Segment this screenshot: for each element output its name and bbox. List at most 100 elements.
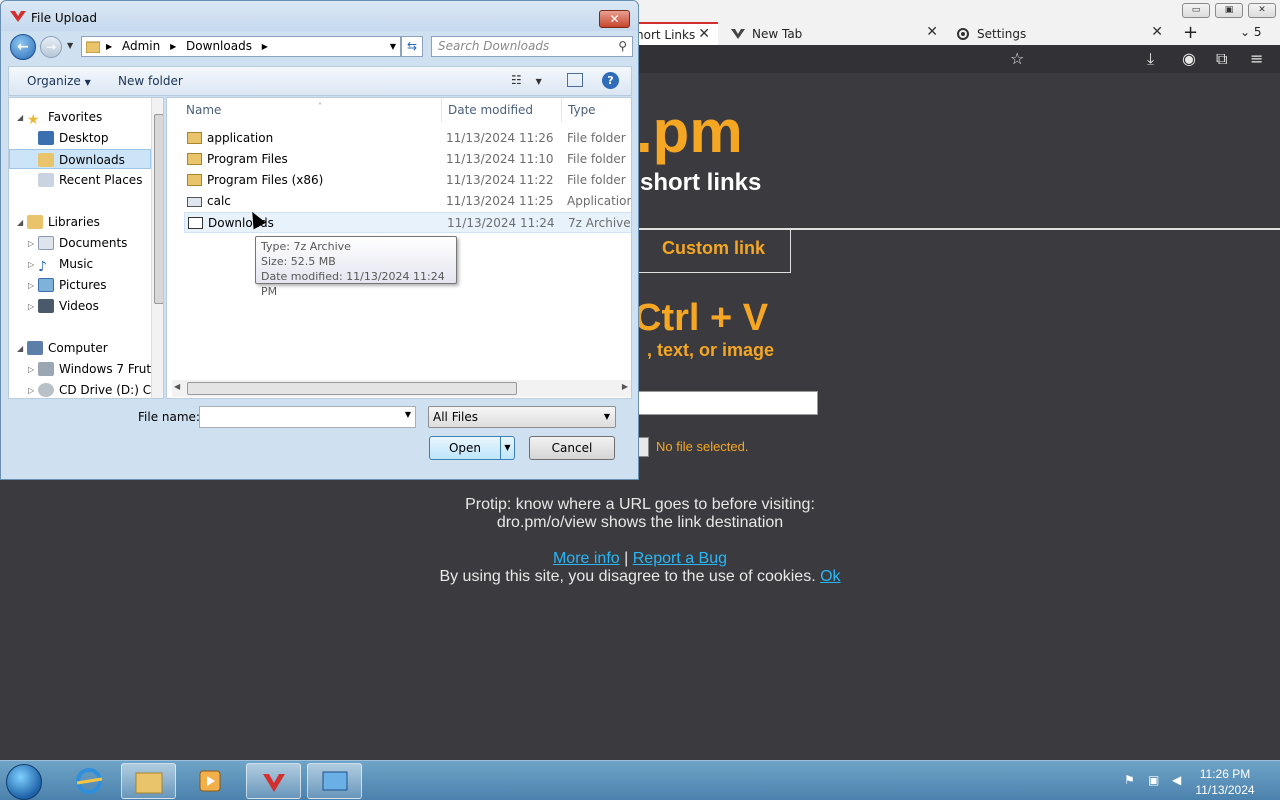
maximize-button[interactable]: ▣	[1215, 3, 1243, 18]
file-name-input[interactable]: ▼	[199, 406, 416, 428]
chevron-down-icon: ▼	[84, 78, 91, 87]
expand-icon[interactable]: ▷	[28, 255, 38, 275]
nav-scrollbar-thumb[interactable]	[154, 114, 163, 304]
change-view-button[interactable]: ☷ ▼	[511, 73, 542, 87]
cancel-button[interactable]: Cancel	[529, 436, 615, 460]
cookie-ok-link[interactable]: Ok	[820, 568, 840, 585]
search-placeholder: Search Downloads	[438, 39, 550, 53]
organize-button[interactable]: Organize ▼	[27, 74, 91, 88]
expand-icon[interactable]: ▷	[28, 234, 38, 254]
action-center-icon[interactable]: ⚑	[1124, 773, 1140, 789]
chevron-down-icon: ⌄	[1240, 25, 1254, 39]
file-row[interactable]: application 11/13/2024 11:26 ... File fo…	[184, 128, 631, 149]
column-type[interactable]: Type	[562, 98, 631, 122]
extensions-icon[interactable]: ⧉	[1216, 49, 1227, 69]
file-row[interactable]: calc 11/13/2024 11:25 ... Application	[184, 191, 631, 212]
dialog-titlebar[interactable]: File Upload ✕	[1, 1, 638, 31]
nav-pictures[interactable]: ▷ Pictures	[9, 275, 151, 295]
breadcrumb-downloads[interactable]: Downloads	[186, 39, 252, 53]
nav-recent-places[interactable]: Recent Places	[9, 170, 151, 190]
nav-music[interactable]: ▷ ♪ Music	[9, 254, 151, 275]
open-button[interactable]: Open ▼	[429, 436, 515, 460]
open-dropdown-arrow[interactable]: ▼	[500, 437, 514, 459]
new-tab-button[interactable]: +	[1183, 22, 1198, 43]
chevron-down-icon[interactable]: ▼	[390, 37, 396, 56]
tab-close-icon[interactable]: ✕	[698, 26, 710, 42]
file-row[interactable]: Program Files 11/13/2024 11:10 ... File …	[184, 149, 631, 170]
tab-close-icon[interactable]: ✕	[1151, 24, 1163, 40]
file-date: 11/13/2024 11:24 ...	[447, 216, 557, 230]
nav-documents[interactable]: ▷ Documents	[9, 233, 151, 253]
taskbar-explorer[interactable]	[121, 763, 176, 799]
minimize-button[interactable]: ▭	[1182, 3, 1210, 18]
scroll-right-icon[interactable]: ▶	[622, 382, 628, 391]
nav-videos[interactable]: ▷ Videos	[9, 296, 151, 316]
preview-pane-button[interactable]	[567, 73, 583, 87]
desktop-icon	[38, 131, 54, 145]
taskbar-control-panel[interactable]	[307, 763, 362, 799]
nav-desktop[interactable]: Desktop	[9, 128, 151, 148]
help-icon[interactable]: ?	[602, 72, 619, 89]
search-input[interactable]: Search Downloads ⚲	[431, 36, 633, 57]
tab-short-links[interactable]: hort Links ✕	[636, 22, 718, 45]
taskbar-vivaldi[interactable]	[246, 763, 301, 799]
clock-date: 11/13/2024	[1195, 783, 1255, 797]
account-icon[interactable]: ◉	[1182, 49, 1196, 68]
file-name-label: File name:	[138, 410, 200, 424]
expand-icon[interactable]: ▷	[28, 276, 38, 296]
nav-libraries[interactable]: ◢ Libraries	[9, 212, 151, 232]
volume-icon[interactable]: ◀	[1172, 773, 1188, 789]
breadcrumb-admin[interactable]: Admin	[122, 39, 160, 53]
column-date-modified[interactable]: Date modified	[442, 98, 562, 122]
more-info-link[interactable]: More info	[553, 550, 620, 567]
url-input[interactable]	[636, 391, 818, 415]
file-type: File folder	[567, 152, 626, 166]
tooltip-size: Size: 52.5 MB	[261, 255, 336, 268]
file-date: 11/13/2024 11:26 ...	[446, 131, 556, 145]
bookmark-star-icon[interactable]: ☆	[1010, 49, 1024, 68]
tab-count[interactable]: ⌄ 5	[1240, 25, 1262, 39]
internet-explorer-icon	[76, 768, 103, 794]
nav-favorites[interactable]: ◢ ★ Favorites	[9, 107, 151, 128]
nav-cd-drive[interactable]: ▷ CD Drive (D:) CDI	[9, 380, 163, 398]
tab-close-icon[interactable]: ✕	[926, 24, 938, 40]
file-row[interactable]: Program Files (x86) 11/13/2024 11:22 ...…	[184, 170, 631, 191]
address-bar[interactable]: ▶ Admin ▶ Downloads ▶ ▼	[81, 36, 401, 57]
start-button[interactable]	[6, 764, 42, 800]
file-type-select[interactable]: All Files ▼	[428, 406, 616, 428]
expand-icon[interactable]: ▷	[28, 381, 38, 398]
custom-link-tab[interactable]: Custom link	[636, 228, 791, 273]
column-name[interactable]: Name ˄	[180, 98, 442, 122]
taskbar-ie[interactable]	[62, 763, 117, 799]
nav-windows7-drive[interactable]: ▷ Windows 7 Frutig	[9, 359, 162, 380]
back-button[interactable]: ←	[10, 34, 36, 60]
expand-icon[interactable]: ◢	[17, 339, 27, 359]
new-folder-button[interactable]: New folder	[118, 74, 183, 88]
tab-new-tab[interactable]: New Tab ✕	[730, 22, 938, 45]
network-icon[interactable]: ▣	[1148, 773, 1164, 789]
horizontal-scrollbar[interactable]: ◀ ▶	[172, 380, 631, 397]
dialog-close-button[interactable]: ✕	[599, 10, 630, 28]
forward-button[interactable]: →	[40, 36, 62, 58]
nav-downloads[interactable]: Downloads	[9, 149, 151, 169]
window-close-button[interactable]: ✕	[1248, 3, 1276, 18]
report-bug-link[interactable]: Report a Bug	[633, 550, 727, 567]
downloads-folder-icon	[38, 153, 54, 167]
expand-icon[interactable]: ▷	[28, 360, 38, 380]
expand-icon[interactable]: ▷	[28, 297, 38, 317]
refresh-button[interactable]: ⇆	[401, 36, 423, 57]
recent-locations-dropdown[interactable]: ▼	[67, 41, 73, 50]
download-icon[interactable]: ⤓	[1147, 49, 1154, 69]
column-label: Date modified	[448, 103, 534, 117]
expand-icon[interactable]: ◢	[17, 108, 27, 128]
taskbar-media[interactable]	[183, 763, 238, 799]
nav-computer[interactable]: ◢ Computer	[9, 338, 151, 358]
scroll-left-icon[interactable]: ◀	[174, 382, 180, 391]
chevron-down-icon[interactable]: ▼	[405, 410, 411, 419]
clock[interactable]: 11:26 PM 11/13/2024	[1195, 766, 1255, 798]
tab-settings[interactable]: Settings ✕	[955, 22, 1163, 45]
nav-scrollbar[interactable]	[151, 98, 163, 398]
horizontal-scrollbar-thumb[interactable]	[187, 382, 517, 395]
expand-icon[interactable]: ◢	[17, 213, 27, 233]
menu-icon[interactable]: ≡	[1250, 49, 1263, 68]
